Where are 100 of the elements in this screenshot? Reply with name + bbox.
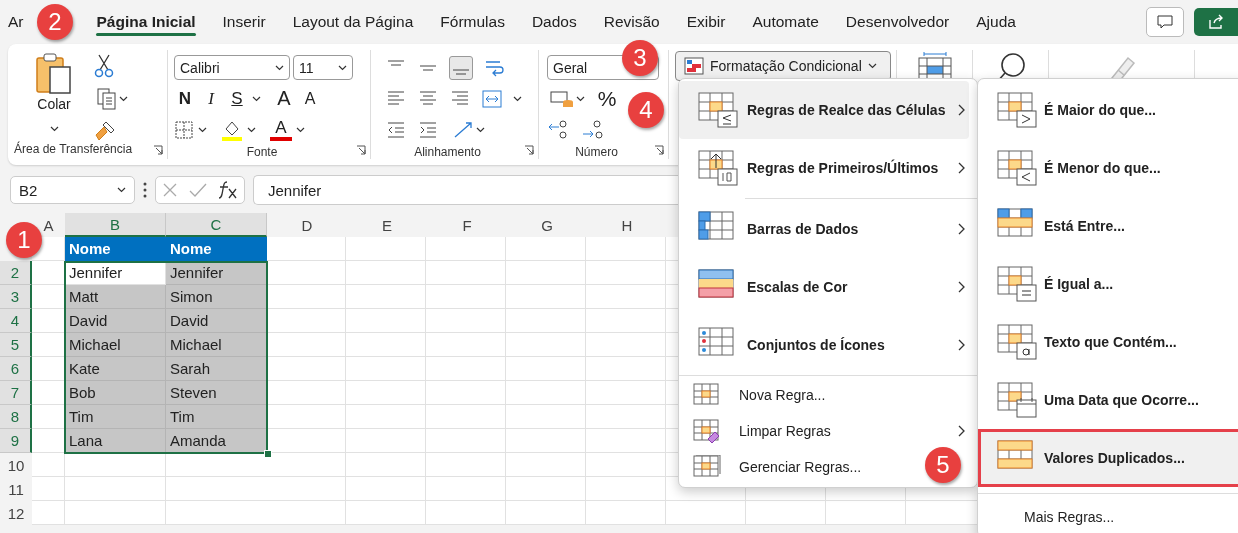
menu-item[interactable]: É Menor do que...: [978, 139, 1238, 197]
table-cell: Lana: [65, 429, 166, 453]
caret-icon: [252, 95, 261, 102]
table-cell: Bob: [65, 381, 166, 405]
menu-item[interactable]: Barras de Dados: [679, 200, 969, 258]
menu-item[interactable]: Mais Regras...: [978, 495, 1238, 525]
bold-button[interactable]: N: [174, 88, 196, 109]
column-header[interactable]: C: [166, 213, 267, 237]
row-header[interactable]: 10: [0, 453, 32, 477]
dialog-launcher-icon[interactable]: [524, 145, 534, 155]
group-label: Área de Transferência: [14, 142, 133, 158]
row-header[interactable]: 5: [0, 333, 32, 357]
menu-item[interactable]: Está Entre...: [978, 197, 1238, 255]
dialog-launcher-icon[interactable]: [654, 145, 664, 155]
conditional-formatting-button[interactable]: Formatação Condicional: [675, 51, 891, 81]
copy-icon: [97, 88, 117, 110]
more-options-icon[interactable]: [143, 182, 147, 198]
function-icon[interactable]: [218, 181, 239, 199]
ribbon-tab[interactable]: Layout da Página: [279, 6, 427, 38]
dialog-launcher-icon[interactable]: [153, 145, 163, 155]
menu-item[interactable]: Gerenciar Regras...: [679, 449, 868, 485]
row-header[interactable]: 9: [0, 429, 32, 453]
column-header[interactable]: H: [621, 213, 633, 237]
dialog-launcher-icon[interactable]: [356, 145, 366, 155]
ribbon-tab[interactable]: Revisão: [590, 6, 674, 38]
scissors-icon[interactable]: [94, 54, 114, 78]
menu-item[interactable]: É Igual a...: [978, 255, 1238, 313]
table-cell: Simon: [166, 285, 267, 309]
grid-text-icon: [997, 323, 1038, 361]
row-header[interactable]: 3: [0, 285, 32, 309]
font-size-dropdown[interactable]: 11: [293, 55, 353, 80]
row-header[interactable]: 6: [0, 357, 32, 381]
row-header[interactable]: 2: [0, 261, 32, 285]
menu-item[interactable]: Uma Data que Ocorre...: [978, 371, 1238, 429]
step-badge: 2: [37, 4, 73, 40]
menu-item[interactable]: Regras de Primeiros/Últimos: [679, 139, 969, 197]
italic-button[interactable]: I: [200, 88, 222, 109]
format-painter-icon[interactable]: [94, 120, 116, 142]
ribbon-tab[interactable]: Inserir: [209, 6, 280, 38]
table-cell: David: [166, 309, 267, 333]
ribbon-tab[interactable]: Desenvolvedor: [832, 6, 963, 38]
grow-font-button[interactable]: A: [273, 87, 295, 110]
cancel-icon[interactable]: [161, 182, 178, 198]
table-cell: Jennifer: [166, 261, 267, 285]
ribbon-tab[interactable]: Ar: [8, 6, 37, 38]
check-icon[interactable]: [189, 182, 207, 198]
table-cell: Tim: [65, 405, 166, 429]
align-vertical-icon[interactable]: [449, 55, 473, 80]
ribbon-tab[interactable]: Ajuda: [962, 6, 1030, 38]
row-header[interactable]: 12: [0, 501, 32, 525]
menu-item[interactable]: Valores Duplicados...: [978, 429, 1238, 487]
menu-item[interactable]: Texto que Contém...: [978, 313, 1238, 371]
caret-icon: [338, 64, 347, 71]
merge-cells-icon[interactable]: [481, 87, 503, 110]
table-cell: Sarah: [166, 357, 267, 381]
menu-item[interactable]: Conjuntos de Ícones: [679, 316, 969, 374]
menu-item[interactable]: Escalas de Cor: [679, 258, 969, 316]
ribbon-tab[interactable]: Página Inicial: [83, 6, 210, 38]
percent-button[interactable]: %: [596, 86, 618, 111]
fill-handle[interactable]: [264, 450, 272, 458]
underline-button[interactable]: S: [226, 88, 248, 109]
menu-item[interactable]: Limpar Regras: [679, 413, 969, 449]
menu-item[interactable]: Nova Regra...: [679, 377, 832, 413]
column-header[interactable]: E: [382, 213, 392, 237]
table-cell: Michael: [166, 333, 267, 357]
row-header[interactable]: 7: [0, 381, 32, 405]
ribbon-tab[interactable]: Exibir: [673, 6, 739, 38]
caret-icon: [513, 95, 522, 102]
ribbon-tab[interactable]: Automate: [739, 6, 833, 38]
decimal-arrow-right-icon[interactable]: [581, 118, 605, 141]
table-cell: David: [65, 309, 166, 333]
row-header[interactable]: 11: [0, 477, 32, 501]
caret-icon: [117, 187, 126, 193]
column-header[interactable]: G: [541, 213, 553, 237]
share-button[interactable]: [1194, 8, 1238, 36]
table-cell: Kate: [65, 357, 166, 381]
shrink-font-button[interactable]: A: [299, 89, 321, 108]
menu-item[interactable]: É Maior do que...: [978, 81, 1238, 139]
font-color-button[interactable]: A: [270, 118, 292, 141]
grid-less-icon: [997, 149, 1038, 187]
column-header[interactable]: A: [43, 213, 54, 237]
borders-icon[interactable]: [174, 119, 194, 140]
menu-item[interactable]: Regras de Realce das Células: [679, 81, 969, 139]
paste-label[interactable]: Colar: [37, 96, 71, 112]
clipboard-icon[interactable]: [34, 52, 74, 96]
table-cell: Amanda: [166, 429, 267, 453]
group-label: Número: [575, 145, 618, 159]
column-header[interactable]: D: [301, 213, 313, 237]
column-header[interactable]: F: [462, 213, 472, 237]
row-header[interactable]: 4: [0, 309, 32, 333]
table-cell: Tim: [166, 405, 267, 429]
font-name-dropdown[interactable]: Calibri: [174, 55, 290, 80]
caret-icon: [119, 96, 128, 102]
comments-button[interactable]: [1146, 7, 1184, 37]
ribbon-tab[interactable]: Fórmulas: [426, 6, 519, 38]
caret-icon: [476, 126, 485, 133]
row-header[interactable]: 8: [0, 405, 32, 429]
column-header[interactable]: B: [65, 213, 166, 237]
name-box[interactable]: B2: [10, 176, 135, 204]
ribbon-tab[interactable]: Dados: [518, 6, 591, 38]
